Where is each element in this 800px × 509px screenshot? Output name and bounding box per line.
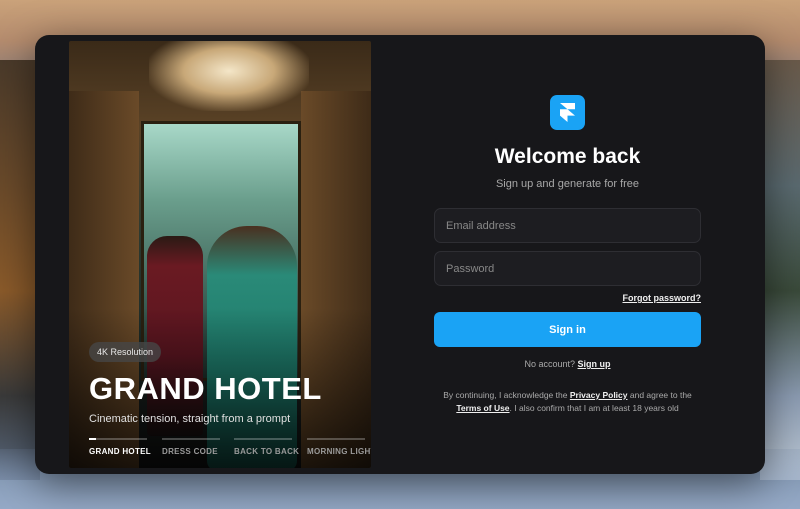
password-input[interactable] [435, 252, 700, 285]
email-input[interactable] [435, 209, 700, 242]
login-modal: 4K Resolution GRAND HOTEL Cinematic tens… [35, 35, 765, 474]
password-field[interactable] [434, 251, 701, 286]
scene-tab-morning-light[interactable]: MORNING LIGHT [307, 438, 371, 456]
no-account-text: No account? [524, 359, 576, 369]
scene-progress-bar [234, 438, 292, 440]
email-field[interactable] [434, 208, 701, 243]
sign-up-link[interactable]: Sign up [578, 359, 611, 369]
hero-chandelier-image [149, 41, 309, 111]
hero-video-panel: 4K Resolution GRAND HOTEL Cinematic tens… [69, 41, 371, 468]
legal-notice: By continuing, I acknowledge the Privacy… [443, 390, 692, 413]
sign-in-button[interactable]: Sign in [434, 312, 701, 347]
scene-progress-bar [307, 438, 365, 440]
privacy-policy-link[interactable]: Privacy Policy [570, 390, 628, 400]
page-subtitle: Sign up and generate for free [495, 178, 640, 190]
scene-progress-bar [89, 438, 147, 440]
resolution-badge: 4K Resolution [89, 342, 162, 362]
scene-tab-dress-code[interactable]: DRESS CODE [162, 438, 220, 456]
scene-tabs: GRAND HOTEL DRESS CODE BACK TO BACK MORN… [89, 438, 371, 462]
framer-logo-glyph [560, 103, 575, 122]
no-account-row: No account? Sign up [435, 359, 700, 369]
background-forest-right [760, 60, 800, 480]
scene-tab-grand-hotel[interactable]: GRAND HOTEL [89, 438, 151, 456]
background-forest-left [0, 60, 40, 480]
scene-tab-back-to-back[interactable]: BACK TO BACK [234, 438, 299, 456]
scene-progress-bar [162, 438, 220, 440]
hero-subtitle: Cinematic tension, straight from a promp… [89, 413, 291, 425]
hero-title: GRAND HOTEL [89, 371, 322, 406]
page-title: Welcome back [494, 145, 641, 168]
terms-of-use-link[interactable]: Terms of Use [456, 403, 509, 413]
framer-logo-icon [550, 95, 585, 130]
forgot-password-link[interactable]: Forgot password? [575, 293, 702, 303]
